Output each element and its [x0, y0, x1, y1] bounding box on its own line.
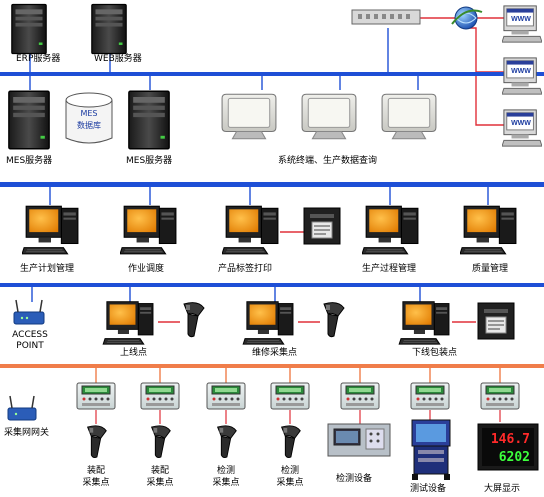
inspect-2-label-line1: 检测: [280, 466, 299, 476]
process-management-pc-icon: [362, 205, 419, 255]
mes-bus: [0, 182, 544, 187]
mes-server-right-label: MES服务器: [126, 156, 173, 166]
big-screen-label: 大屏显示: [484, 484, 521, 494]
collection-bus: [0, 364, 544, 368]
label-printing-label: 产品标签打印: [218, 264, 273, 274]
big-screen-terminal-icon: [480, 382, 520, 410]
offline-station-pc-icon: [398, 301, 450, 345]
inspection-scanner-2-icon: [281, 425, 301, 459]
www-client-icon: [502, 57, 542, 95]
mes-server-left-icon: [8, 90, 50, 150]
production-planning-label: 生产计划管理: [20, 264, 75, 274]
inspection-device-icon: [327, 423, 391, 457]
terminal-monitor-icon: [221, 93, 277, 140]
job-scheduling-pc-icon: [120, 205, 177, 255]
process-management-label: 生产过程管理: [362, 264, 417, 274]
erp-server-icon: [11, 3, 47, 55]
test-device-icon: [411, 419, 451, 480]
svg-text:WWW: WWW: [511, 68, 531, 75]
www-client-icon: [502, 5, 542, 43]
assembly-2-label-line2: 采集点: [146, 478, 174, 488]
access-point-icon: [13, 299, 45, 325]
offline-station-label: 下线包装点: [412, 348, 458, 358]
terminal-monitor-icon: [381, 93, 437, 140]
network-switch-icon: [351, 9, 421, 25]
display-readout-top: 146.7: [491, 432, 530, 447]
erp-server-label: ERP服务器: [16, 54, 61, 64]
top-bus: [0, 72, 544, 76]
svg-text:MES: MES: [80, 109, 97, 118]
www-client-3: WWW: [502, 109, 542, 147]
mes-database-icon: MES 数据库: [65, 92, 113, 144]
online-station-pc-icon: [102, 301, 154, 345]
online-station-label: 上线点: [120, 348, 148, 358]
inspection-terminal-2-icon: [270, 382, 310, 410]
label-printing-pc-icon: [222, 205, 279, 255]
gateway-label: 采集网网关: [4, 428, 50, 438]
repair-station-pc-icon: [242, 301, 294, 345]
management-bus: [0, 283, 544, 287]
svg-text:WWW: WWW: [511, 16, 531, 23]
assembly-1-label-line2: 采集点: [82, 478, 110, 488]
mes-server-left-label: MES服务器: [6, 156, 53, 166]
display-readout-bottom: 6202: [499, 450, 530, 465]
terminals-label: 系统终端、生产数据查询: [278, 156, 378, 166]
assembly-terminal-1-icon: [76, 382, 116, 410]
svg-text:数据库: 数据库: [77, 120, 101, 130]
quality-management-label: 质量管理: [472, 264, 509, 274]
mes-server-right-icon: [128, 90, 170, 150]
inspection-device-terminal-icon: [340, 382, 380, 410]
repair-scanner-icon: [323, 302, 345, 338]
inspect-2-label-line2: 采集点: [276, 478, 304, 488]
access-point-label-line2: POINT: [16, 341, 44, 351]
www-client-2: WWW: [502, 57, 542, 95]
job-scheduling-label: 作业调度: [128, 264, 165, 274]
assembly-scanner-2-icon: [151, 425, 171, 459]
web-server-icon: [91, 3, 127, 55]
inspection-terminal-1-icon: [206, 382, 246, 410]
repair-station-label: 维修采集点: [252, 348, 298, 358]
web-server-label: WEB服务器: [94, 54, 142, 64]
svg-text:WWW: WWW: [511, 120, 531, 127]
production-planning-pc-icon: [22, 205, 79, 255]
label-printer-icon: [303, 207, 341, 245]
www-client-1: WWW: [502, 5, 542, 43]
inspect-1-label-line1: 检测: [216, 466, 235, 476]
inspection-device-label: 检测设备: [336, 474, 373, 484]
mes-network-diagram: WWW WWW WWW MES 数据库 146.7 6202: [0, 3, 544, 480]
big-screen-display-icon: 146.7 6202: [477, 423, 539, 471]
assembly-scanner-1-icon: [87, 425, 107, 459]
assembly-2-label-line1: 装配: [150, 466, 169, 476]
inspect-1-label-line2: 采集点: [212, 478, 240, 488]
assembly-1-label-line1: 装配: [86, 466, 105, 476]
quality-management-pc-icon: [460, 205, 517, 255]
test-device-label: 测试设备: [410, 484, 447, 494]
inspection-scanner-1-icon: [217, 425, 237, 459]
online-scanner-icon: [183, 302, 205, 338]
terminal-monitor-icon: [301, 93, 357, 140]
gateway-icon: [7, 395, 37, 421]
www-client-icon: [502, 109, 542, 147]
access-point-label-line1: ACCESS: [12, 330, 48, 340]
test-device-terminal-icon: [410, 382, 450, 410]
offline-printer-icon: [477, 302, 515, 340]
internet-globe-icon: [451, 6, 483, 30]
assembly-terminal-2-icon: [140, 382, 180, 410]
